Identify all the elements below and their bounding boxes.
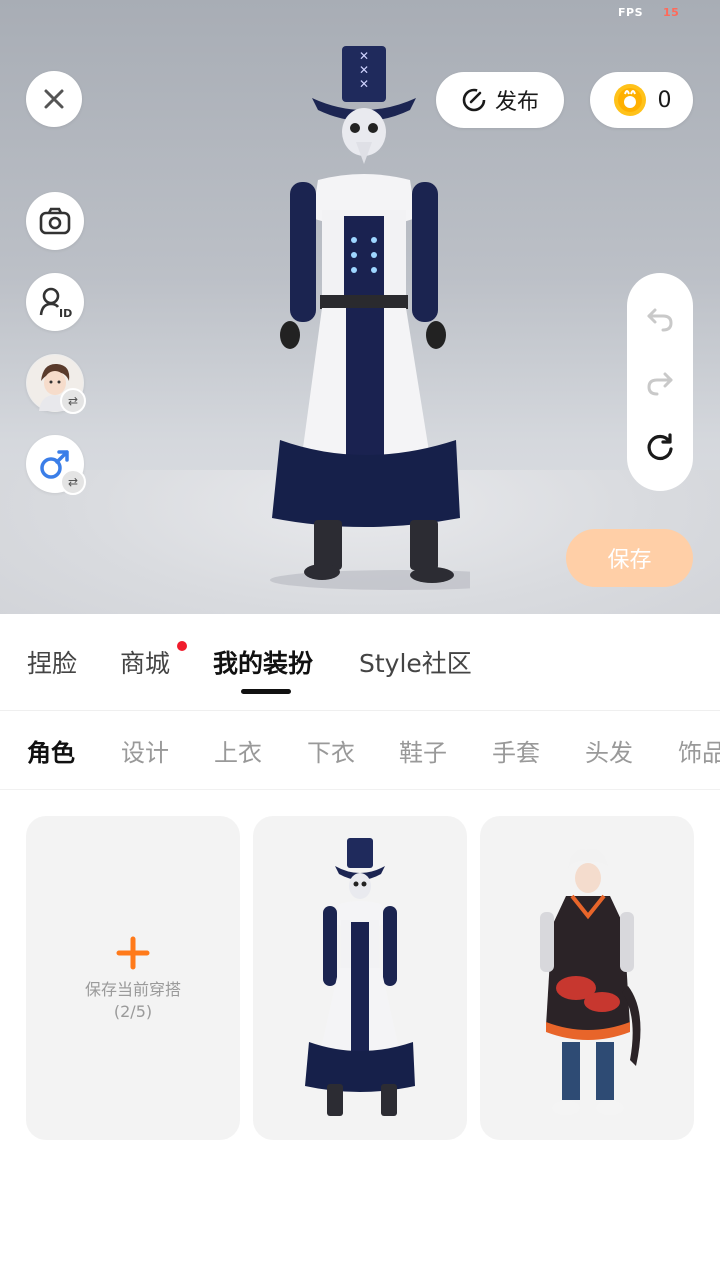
category-hair[interactable]: 头发 (585, 733, 633, 768)
outfit-thumbnail-cloak (540, 848, 641, 1115)
history-panel (627, 273, 693, 491)
reset-icon (647, 433, 673, 461)
gender-switch-button[interactable]: ⇄ (26, 435, 86, 495)
svg-text:ID: ID (59, 307, 72, 319)
publish-button[interactable]: 发布 (436, 72, 564, 128)
save-outfit-count: (2/5) (113, 1002, 153, 1021)
switch-avatar-button[interactable]: ⇄ (26, 354, 86, 414)
coin-count: 0 (657, 87, 672, 113)
undo-icon (647, 308, 673, 332)
swap-icon: ⇄ (60, 469, 86, 495)
save-button[interactable]: 保存 (566, 529, 693, 587)
profile-id-button[interactable]: ID (26, 273, 84, 331)
category-tops[interactable]: 上衣 (214, 733, 262, 768)
fps-label: FPS (618, 6, 643, 19)
coin-icon (613, 84, 646, 116)
camera-button[interactable] (26, 192, 84, 250)
close-icon (44, 89, 64, 109)
fps-counter: FPS 15 (618, 6, 679, 19)
category-bottoms[interactable]: 下衣 (307, 733, 355, 768)
svg-text:✕: ✕ (359, 49, 369, 63)
reset-button[interactable] (644, 431, 676, 463)
tab-face[interactable]: 捏脸 (27, 644, 77, 680)
category-shoes[interactable]: 鞋子 (399, 733, 447, 768)
swap-icon: ⇄ (60, 388, 86, 414)
category-accessories[interactable]: 饰品 (678, 733, 720, 768)
redo-icon (647, 372, 673, 396)
tab-style-community[interactable]: Style社区 (359, 644, 472, 680)
active-tab-indicator (241, 689, 291, 694)
save-outfit-label: 保存当前穿搭 (2/5) (26, 979, 240, 1023)
svg-text:✕: ✕ (359, 77, 369, 91)
outfit-card-1[interactable] (253, 816, 467, 1140)
category-gloves[interactable]: 手套 (492, 733, 540, 768)
plus-icon (116, 936, 150, 970)
tab-shop[interactable]: 商城 (120, 644, 170, 680)
notification-dot (177, 641, 187, 651)
category-design[interactable]: 设计 (121, 733, 169, 768)
publish-label: 发布 (494, 90, 539, 115)
category-character[interactable]: 角色 (27, 733, 75, 768)
svg-text:✕: ✕ (359, 63, 369, 77)
category-tab-bar: 角色 设计 上衣 下衣 鞋子 手套 头发 饰品 (0, 711, 720, 790)
close-button[interactable] (26, 71, 82, 127)
outfit-card-2[interactable] (480, 816, 694, 1140)
redo-button[interactable] (644, 367, 676, 399)
undo-button[interactable] (644, 303, 676, 335)
save-outfit-text: 保存当前穿搭 (84, 980, 181, 999)
fps-value: 15 (663, 6, 680, 19)
save-outfit-card[interactable]: 保存当前穿搭 (2/5) (26, 816, 240, 1140)
tab-my-outfits[interactable]: 我的装扮 (213, 644, 313, 680)
camera-icon (39, 207, 71, 235)
publish-icon (462, 88, 486, 112)
avatar-figure[interactable]: ✕ ✕ ✕ (260, 40, 470, 590)
coin-balance[interactable]: 0 (590, 72, 693, 128)
avatar-stage[interactable]: ✕ ✕ ✕ FPS 15 发布 0 ID ⇄ ⇄ 保存 (0, 0, 720, 614)
main-tab-bar: 捏脸 商城 我的装扮 Style社区 (0, 614, 720, 711)
user-id-icon: ID (39, 287, 72, 319)
outfit-thumbnail-plague-doctor (305, 838, 415, 1116)
